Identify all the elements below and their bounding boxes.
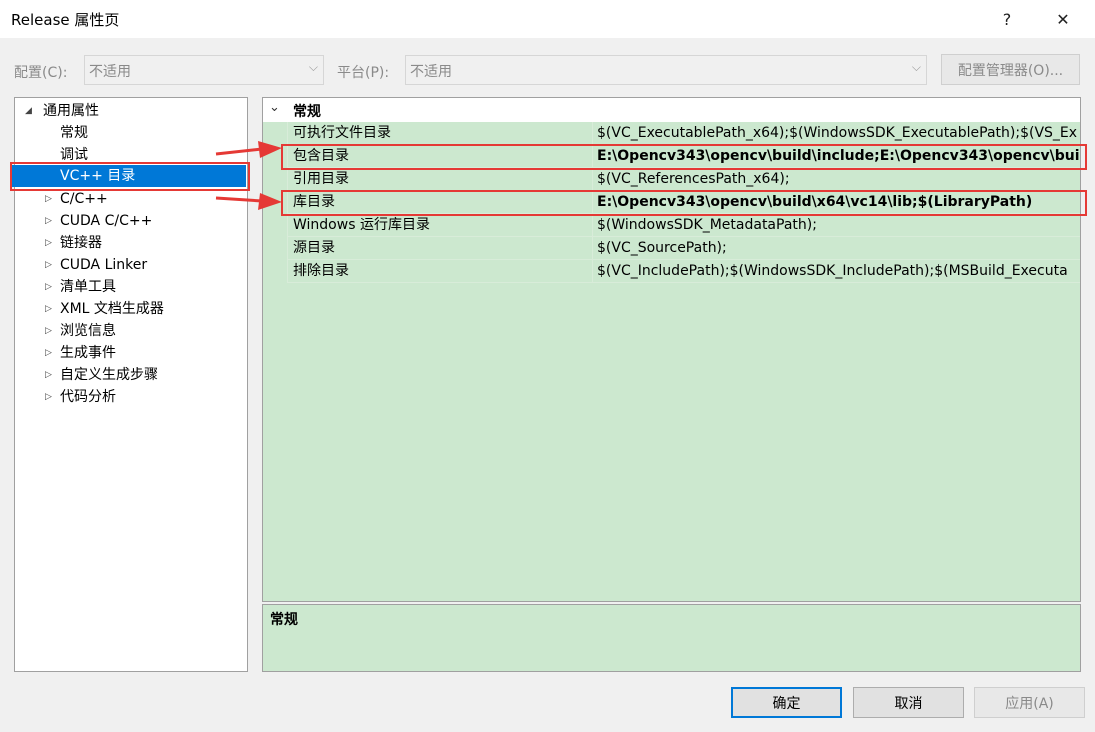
grid-row-source-dirs[interactable]: 源目录 $(VC_SourcePath); (263, 237, 1080, 260)
title-bar: Release 属性页 ? ✕ (0, 0, 1095, 38)
config-dropdown[interactable]: 不适用 ⌵ (84, 55, 324, 85)
tree-item-label: XML 文档生成器 (60, 301, 164, 317)
tree-item-label: 自定义生成步骤 (60, 367, 158, 383)
description-title: 常规 (270, 612, 298, 628)
collapsed-triangle-icon: ▷ (45, 304, 52, 314)
close-button[interactable]: ✕ (1040, 0, 1086, 38)
annotation-arrows (215, 141, 282, 210)
collapsed-triangle-icon: ▷ (45, 326, 52, 336)
grid-row-value[interactable]: $(WindowsSDK_MetadataPath); (593, 214, 1080, 237)
tree-group-build-events[interactable]: ▷ 生成事件 (45, 342, 235, 364)
tree-group-xml-doc-generator[interactable]: ▷ XML 文档生成器 (45, 298, 235, 320)
help-button[interactable]: ? (984, 0, 1030, 38)
collapsed-triangle-icon: ▷ (45, 260, 52, 270)
platform-value: 不适用 (410, 64, 452, 80)
tree-item-label: 常规 (60, 125, 88, 141)
annotation-box-library-dirs (281, 190, 1087, 216)
tree-group-cuda-c-cpp[interactable]: ▷ CUDA C/C++ (45, 210, 235, 232)
platform-dropdown[interactable]: 不适用 ⌵ (405, 55, 927, 85)
grid-row-executable-dirs[interactable]: 可执行文件目录 $(VC_ExecutablePath_x64);$(Windo… (263, 122, 1080, 145)
collapsed-triangle-icon: ▷ (45, 370, 52, 380)
grid-row-value[interactable]: $(VC_ReferencesPath_x64); (593, 168, 1080, 191)
collapsed-triangle-icon: ▷ (45, 348, 52, 358)
expanded-triangle-icon: ◢ (25, 106, 32, 116)
tree-item-label: 浏览信息 (60, 323, 116, 339)
collapsed-triangle-icon: ▷ (45, 194, 52, 204)
annotation-box-include-dirs (281, 144, 1087, 170)
grid-row-reference-dirs[interactable]: 引用目录 $(VC_ReferencesPath_x64); (263, 168, 1080, 191)
tree-item-label: CUDA C/C++ (60, 213, 153, 229)
tree-group-linker[interactable]: ▷ 链接器 (45, 232, 235, 254)
ok-button[interactable]: 确定 (731, 687, 842, 718)
tree-item-label: 代码分析 (60, 389, 116, 405)
tree-group-browse-info[interactable]: ▷ 浏览信息 (45, 320, 235, 342)
grid-row-value[interactable]: $(VC_IncludePath);$(WindowsSDK_IncludePa… (593, 260, 1080, 283)
close-icon: ✕ (1056, 9, 1070, 29)
grid-row-exclude-dirs[interactable]: 排除目录 $(VC_IncludePath);$(WindowsSDK_Incl… (263, 260, 1080, 283)
config-label: 配置(C): (14, 65, 68, 81)
collapsed-triangle-icon: ▷ (45, 238, 52, 248)
grid-section-header[interactable]: ⌄ 常规 (263, 98, 1080, 122)
tree-item-label: 调试 (60, 147, 88, 163)
grid-row-winrt-dirs[interactable]: Windows 运行库目录 $(WindowsSDK_MetadataPath)… (263, 214, 1080, 237)
platform-label: 平台(P): (337, 65, 390, 81)
chevron-down-icon: ⌵ (308, 60, 318, 74)
tree-item-label: 生成事件 (60, 345, 116, 361)
tree-item-label: 清单工具 (60, 279, 116, 295)
grid-row-value[interactable]: $(VC_SourcePath); (593, 237, 1080, 260)
grid-row-name: 可执行文件目录 (288, 122, 593, 145)
property-grid: ⌄ 常规 可执行文件目录 $(VC_ExecutablePath_x64);$(… (262, 97, 1081, 602)
grid-row-name: 引用目录 (288, 168, 593, 191)
chevron-down-icon: ⌵ (911, 60, 921, 74)
grid-section-title: 常规 (293, 104, 321, 120)
collapsed-triangle-icon: ▷ (45, 282, 52, 292)
tree-group-code-analysis[interactable]: ▷ 代码分析 (45, 386, 235, 408)
config-value: 不适用 (89, 64, 131, 80)
config-manager-button[interactable]: 配置管理器(O)... (941, 54, 1080, 85)
collapsed-triangle-icon: ▷ (45, 392, 52, 402)
grid-row-name: Windows 运行库目录 (288, 214, 593, 237)
tree-group-c-cpp[interactable]: ▷ C/C++ (45, 188, 235, 210)
tree-item-label: 通用属性 (43, 103, 99, 119)
grid-row-name: 源目录 (288, 237, 593, 260)
tree-group-cuda-linker[interactable]: ▷ CUDA Linker (45, 254, 235, 276)
tree-item-label: CUDA Linker (60, 257, 148, 273)
tree-root-common-properties[interactable]: ◢ 通用属性 (25, 100, 245, 122)
help-icon: ? (1002, 9, 1012, 29)
tree-group-manifest-tool[interactable]: ▷ 清单工具 (45, 276, 235, 298)
cancel-button[interactable]: 取消 (853, 687, 964, 718)
grid-row-value[interactable]: $(VC_ExecutablePath_x64);$(WindowsSDK_Ex… (593, 122, 1080, 145)
arrow-icon (215, 141, 282, 158)
tree-item-label: C/C++ (60, 191, 108, 207)
collapsed-triangle-icon: ▷ (45, 216, 52, 226)
tree-item-label: 链接器 (60, 235, 102, 251)
chevron-down-icon: ⌄ (269, 100, 280, 115)
window-title: Release 属性页 (11, 11, 120, 29)
grid-row-name: 排除目录 (288, 260, 593, 283)
description-pane: 常规 (262, 604, 1081, 672)
apply-button[interactable]: 应用(A) (974, 687, 1085, 718)
arrow-icon (215, 193, 282, 210)
tree-group-custom-build-step[interactable]: ▷ 自定义生成步骤 (45, 364, 235, 386)
